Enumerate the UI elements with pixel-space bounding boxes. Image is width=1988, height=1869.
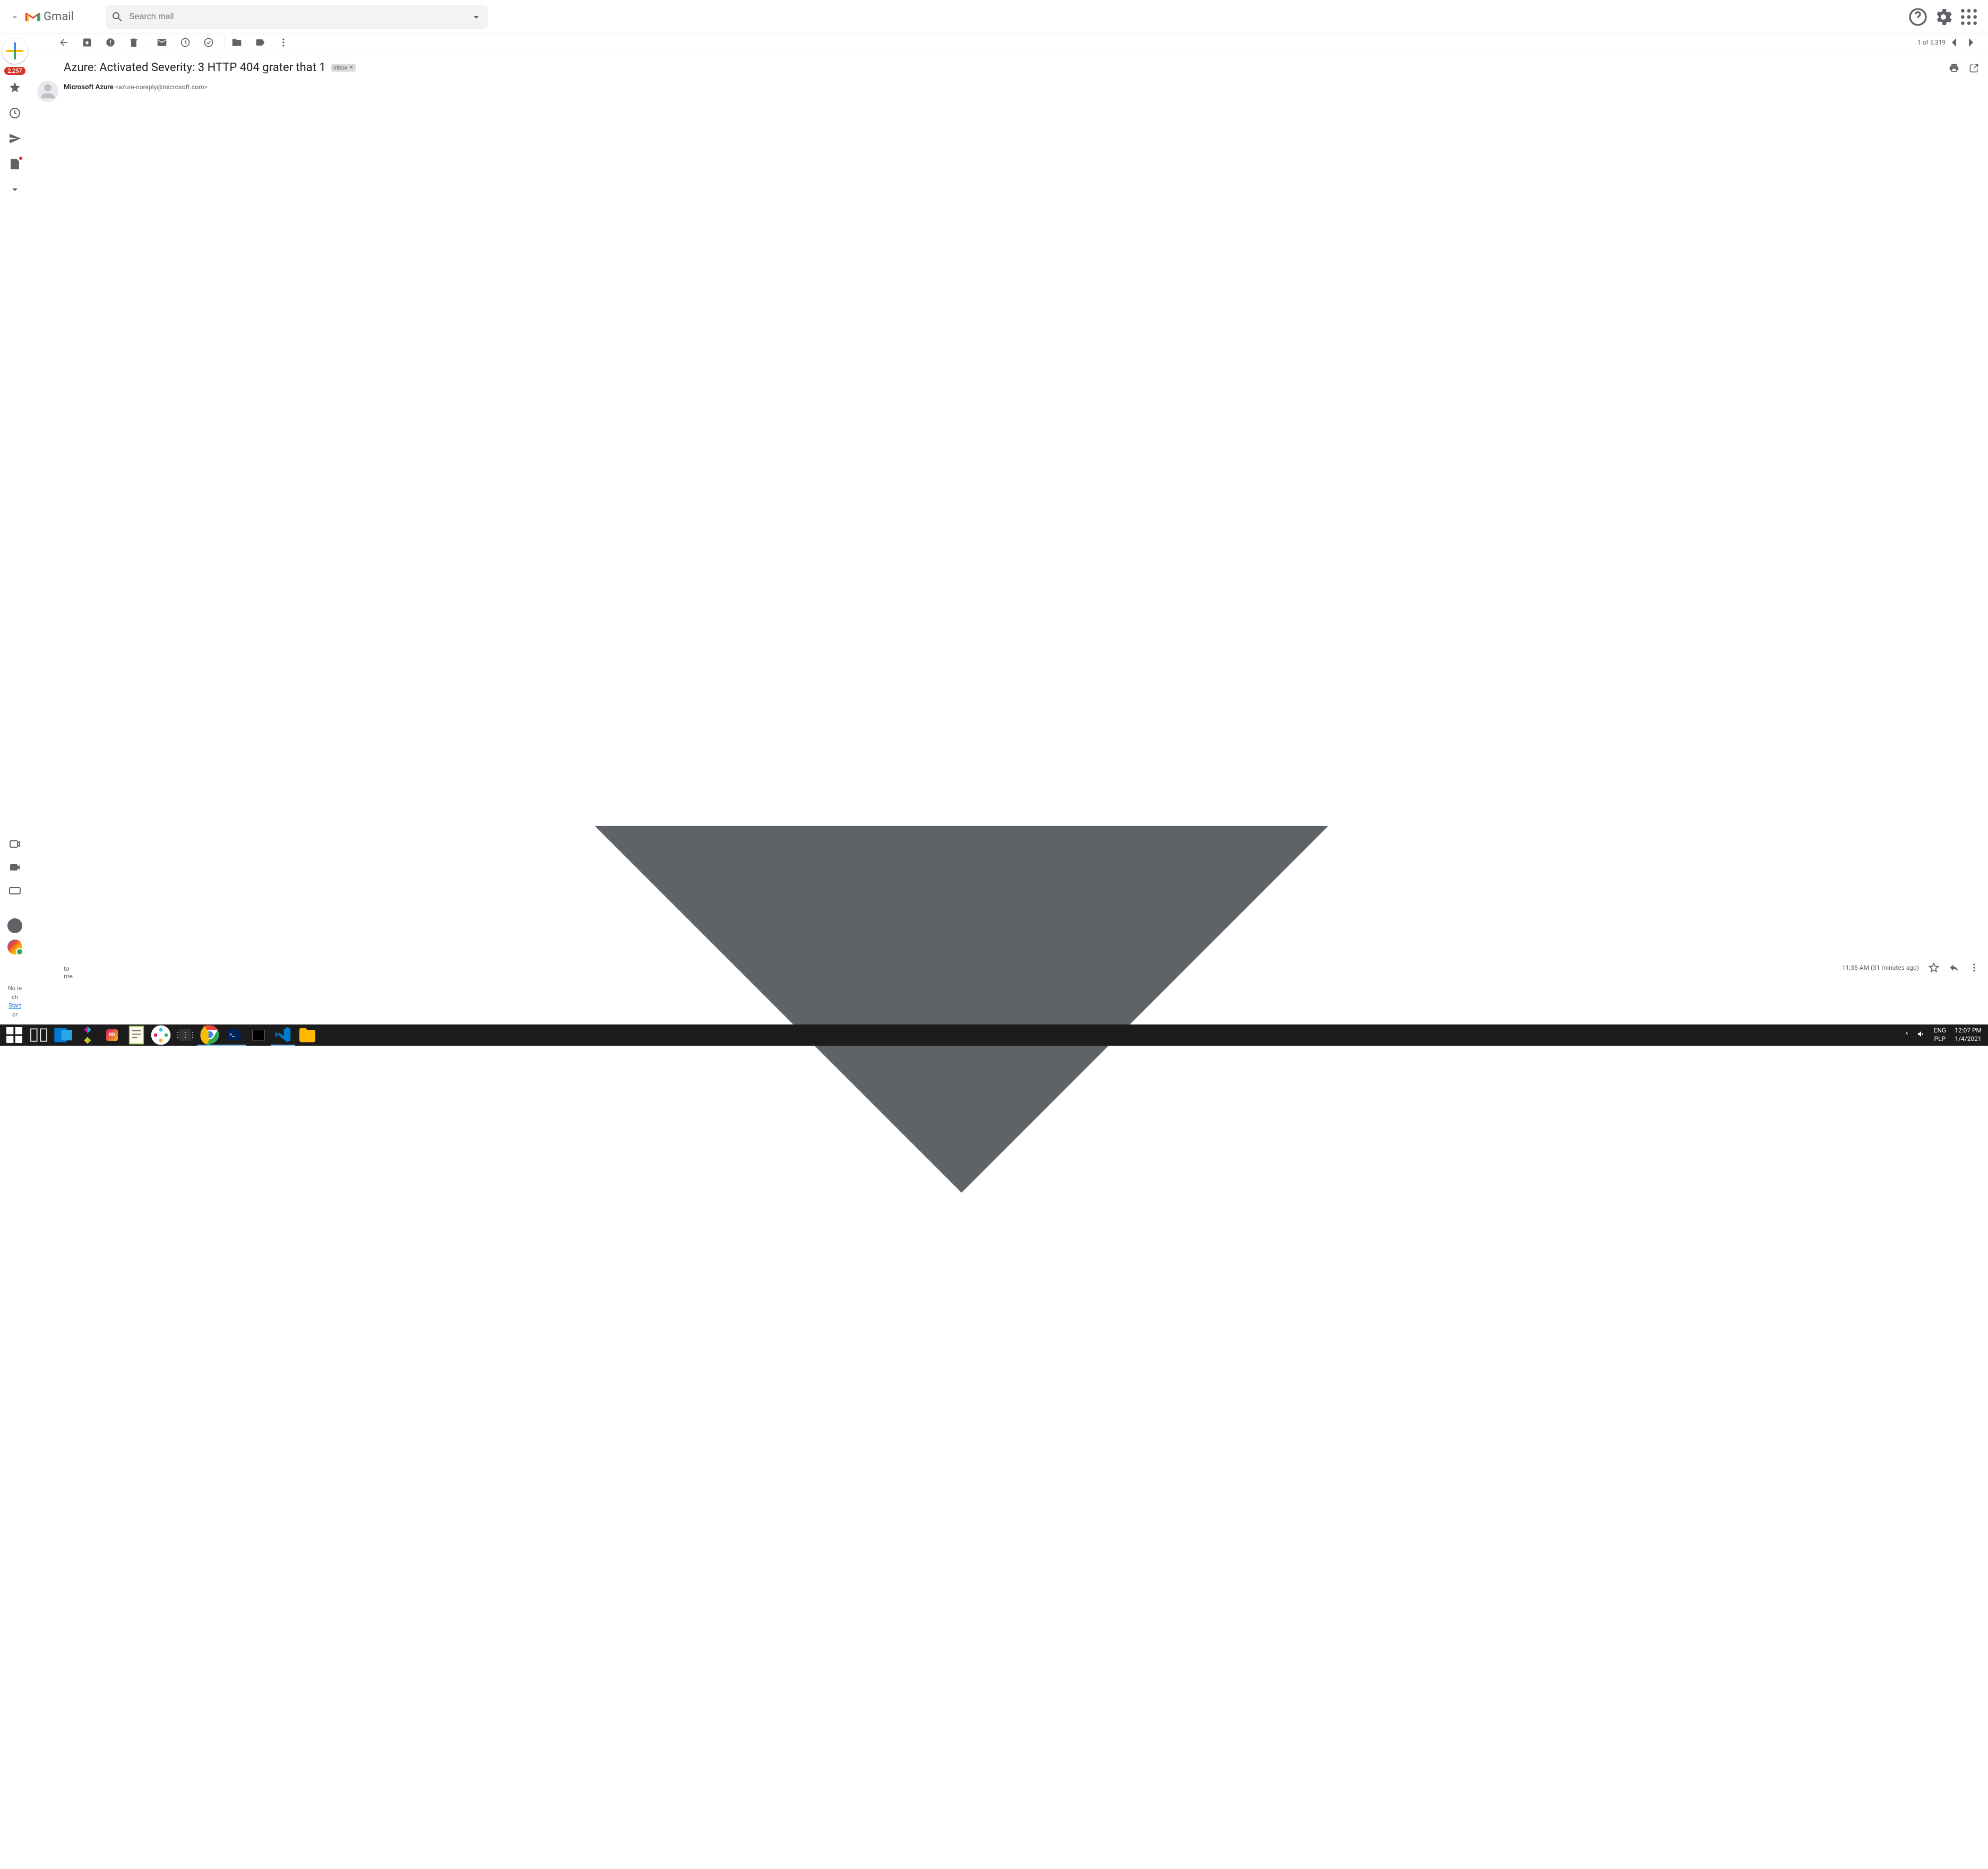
subject-row: Azure: Activated Severity: 3 HTTP 404 gr… [30, 51, 1988, 81]
meet-join-icon[interactable] [8, 861, 21, 874]
email-subject: Azure: Activated Severity: 3 HTTP 404 gr… [64, 61, 326, 74]
cmd-icon[interactable] [246, 1024, 271, 1046]
email-body: Microsoft Azure ⚠ Your Azure Monitor ale… [30, 1853, 1988, 1869]
sender-row: Microsoft Azure <azure-noreply@microsoft… [30, 81, 1988, 1853]
task-view-icon[interactable] [27, 1024, 51, 1046]
print-icon[interactable] [1949, 63, 1959, 73]
terminal-icon[interactable]: >_ [222, 1024, 246, 1046]
settings-icon[interactable] [1933, 6, 1954, 28]
gmail-text: Gmail [44, 10, 74, 23]
snoozed-icon[interactable] [8, 107, 21, 119]
search-input[interactable] [124, 12, 470, 22]
meet-new-icon[interactable] [8, 838, 21, 850]
starred-icon[interactable] [8, 81, 21, 94]
back-icon[interactable] [58, 37, 69, 48]
hangouts-icon[interactable] [7, 918, 22, 933]
add-task-icon[interactable] [203, 37, 214, 48]
volume-icon[interactable] [1913, 1030, 1930, 1041]
reply-icon[interactable] [1949, 962, 1959, 973]
to-line[interactable]: to me [64, 92, 1842, 1853]
clock[interactable]: 12:07 PM1/4/2021 [1950, 1027, 1986, 1043]
sent-icon[interactable] [8, 132, 21, 145]
drafts-icon[interactable] [8, 158, 21, 170]
sender-email: <azure-noreply@microsoft.com> [115, 83, 207, 91]
content-area: 1 of 5,319 Azure: Activated Severity: 3 … [30, 34, 1988, 1024]
star-icon[interactable] [1929, 962, 1939, 973]
snooze-icon[interactable] [180, 37, 191, 48]
compose-button[interactable] [2, 38, 28, 64]
mark-unread-icon[interactable] [157, 37, 167, 48]
main-menu-icon[interactable] [8, 11, 21, 23]
labels-icon[interactable] [255, 37, 265, 48]
pagination-text: 1 of 5,319 [1917, 39, 1946, 46]
apps-icon[interactable] [1958, 6, 1980, 28]
gmail-logo[interactable]: Gmail [25, 10, 74, 23]
search-options-icon[interactable] [470, 11, 483, 23]
search-icon[interactable] [111, 11, 124, 23]
prev-email-icon[interactable] [1946, 34, 1963, 51]
email-more-icon[interactable] [1969, 962, 1980, 973]
app-icon-2[interactable]: ⋮⋮⋮ [173, 1024, 197, 1046]
outlook-icon[interactable] [51, 1024, 75, 1046]
explorer-icon[interactable] [295, 1024, 320, 1046]
delete-icon[interactable] [128, 37, 139, 48]
vscode-icon[interactable] [271, 1024, 295, 1046]
chrome-icon[interactable] [197, 1024, 222, 1046]
rider-icon[interactable]: RD [100, 1024, 124, 1046]
sidebar: 2,257 No re ch Start or [0, 34, 30, 1024]
notepad-icon[interactable] [124, 1024, 149, 1046]
expand-icon[interactable] [8, 183, 21, 196]
sender-avatar[interactable] [37, 81, 58, 102]
keyboard-icon[interactable] [8, 884, 21, 897]
slack-icon[interactable] [149, 1024, 173, 1046]
spam-icon[interactable] [105, 37, 116, 48]
email-timestamp: 11:35 AM (31 minutes ago) [1842, 964, 1919, 971]
chat-hint: No re ch Start or [8, 984, 22, 1019]
archive-icon[interactable] [82, 37, 92, 48]
start-button[interactable] [2, 1024, 27, 1046]
tray-expand-icon[interactable]: ^ [1901, 1031, 1913, 1039]
profile-avatar[interactable] [7, 940, 22, 954]
app-icon-1[interactable] [75, 1024, 100, 1046]
gmail-header: Gmail [0, 0, 1988, 34]
new-window-icon[interactable] [1969, 63, 1980, 73]
move-icon[interactable] [231, 37, 242, 48]
inbox-badge: 2,257 [4, 67, 25, 75]
next-email-icon[interactable] [1963, 34, 1980, 51]
support-icon[interactable] [1907, 6, 1929, 28]
email-toolbar: 1 of 5,319 [30, 34, 1988, 51]
inbox-chip[interactable]: Inbox✕ [331, 64, 356, 72]
sender-name: Microsoft Azure [64, 83, 114, 91]
language-indicator[interactable]: ENGPLP [1930, 1027, 1951, 1043]
more-icon[interactable] [278, 37, 289, 48]
search-bar[interactable] [106, 5, 488, 29]
windows-taskbar: RD ⋮⋮⋮ >_ ^ ENGPLP 12:07 PM1/4/2021 [0, 1024, 1988, 1046]
